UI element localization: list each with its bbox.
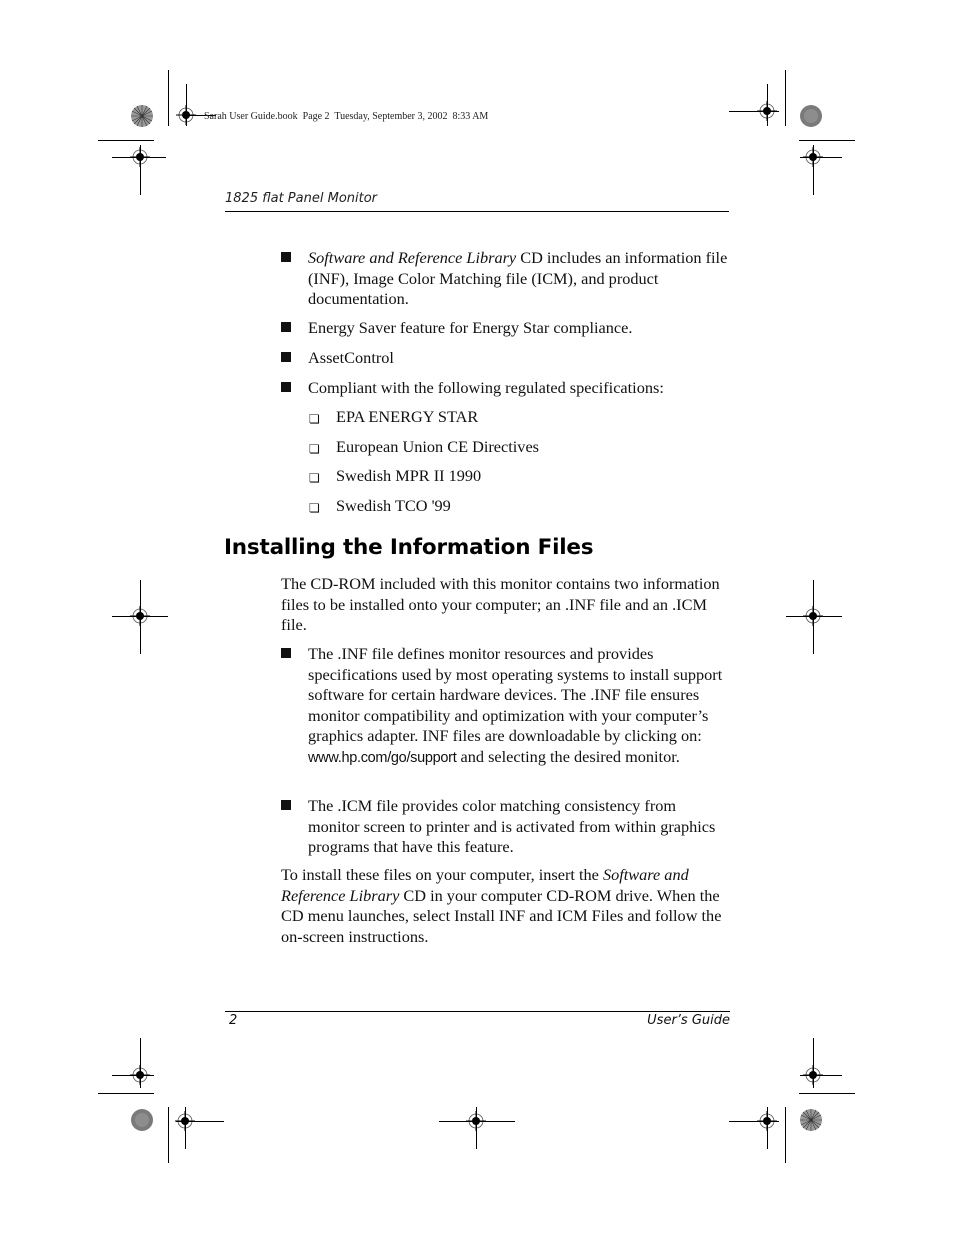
- icm-bullet: The .ICM file provides color matching co…: [281, 796, 731, 858]
- crop-line: [813, 580, 814, 654]
- crop-line: [168, 1107, 169, 1163]
- spec-item: ❏ EPA ENERGY STAR: [309, 407, 729, 428]
- crop-line: [176, 1121, 224, 1122]
- crop-line: [112, 157, 166, 158]
- color-bar-target-icon: [130, 104, 154, 128]
- color-bar-target-icon: [799, 1108, 823, 1132]
- feature-bullet: Software and Reference Library CD includ…: [281, 248, 731, 310]
- color-bar-target-icon: [799, 104, 823, 128]
- crop-line: [112, 616, 168, 617]
- crop-line: [799, 140, 855, 141]
- crop-line: [799, 1093, 855, 1094]
- crop-line: [185, 1107, 186, 1149]
- spec-item: ❏ Swedish TCO '99: [309, 496, 729, 517]
- crop-line: [140, 145, 141, 195]
- running-head: 1825 flat Panel Monitor: [225, 191, 378, 206]
- crop-line: [439, 1121, 515, 1122]
- box-bullet-icon: ❏: [309, 501, 320, 515]
- crop-line: [186, 84, 187, 126]
- square-bullet-icon: [281, 352, 291, 362]
- crop-line: [785, 70, 786, 126]
- crop-line: [800, 1075, 842, 1076]
- feature-bullet: AssetControl: [281, 348, 731, 369]
- crop-line: [476, 1107, 477, 1149]
- crop-line: [729, 111, 779, 112]
- crop-line: [98, 1093, 154, 1094]
- crop-line: [112, 1075, 154, 1076]
- crop-line: [140, 1038, 141, 1088]
- print-slug: Sarah User Guide.book Page 2 Tuesday, Se…: [204, 111, 489, 122]
- spec-item: ❏ Swedish MPR II 1990: [309, 466, 729, 487]
- square-bullet-icon: [281, 382, 291, 392]
- crop-line: [767, 1107, 768, 1149]
- inf-bullet: The .INF file defines monitor resources …: [281, 644, 731, 768]
- crop-line: [140, 580, 141, 654]
- section-heading: Installing the Information Files: [224, 535, 594, 560]
- intro-paragraph: The CD-ROM included with this monitor co…: [281, 574, 720, 634]
- spec-item: ❏ European Union CE Directives: [309, 437, 729, 458]
- feature-bullet: Energy Saver feature for Energy Star com…: [281, 318, 731, 339]
- closing-paragraph: To install these files on your computer,…: [281, 865, 722, 946]
- square-bullet-icon: [281, 252, 291, 262]
- box-bullet-icon: ❏: [309, 412, 320, 426]
- crop-line: [729, 1121, 779, 1122]
- crop-line: [786, 616, 842, 617]
- header-rule: [225, 211, 729, 212]
- crop-line: [98, 140, 154, 141]
- square-bullet-icon: [281, 800, 291, 810]
- crop-line: [785, 1107, 786, 1163]
- footer-guide-title: User’s Guide: [647, 1013, 730, 1028]
- footer-rule: [225, 1011, 730, 1012]
- color-bar-target-icon: [130, 1108, 154, 1132]
- support-url-link[interactable]: www.hp.com/go/support: [308, 750, 457, 766]
- feature-bullet: Compliant with the following regulated s…: [281, 378, 731, 399]
- square-bullet-icon: [281, 648, 291, 658]
- crop-line: [168, 70, 169, 126]
- crop-line: [767, 84, 768, 126]
- page-number: 2: [229, 1013, 238, 1028]
- crop-line: [800, 157, 842, 158]
- crop-line: [813, 145, 814, 195]
- box-bullet-icon: ❏: [309, 471, 320, 485]
- square-bullet-icon: [281, 322, 291, 332]
- crop-line: [813, 1038, 814, 1088]
- box-bullet-icon: ❏: [309, 442, 320, 456]
